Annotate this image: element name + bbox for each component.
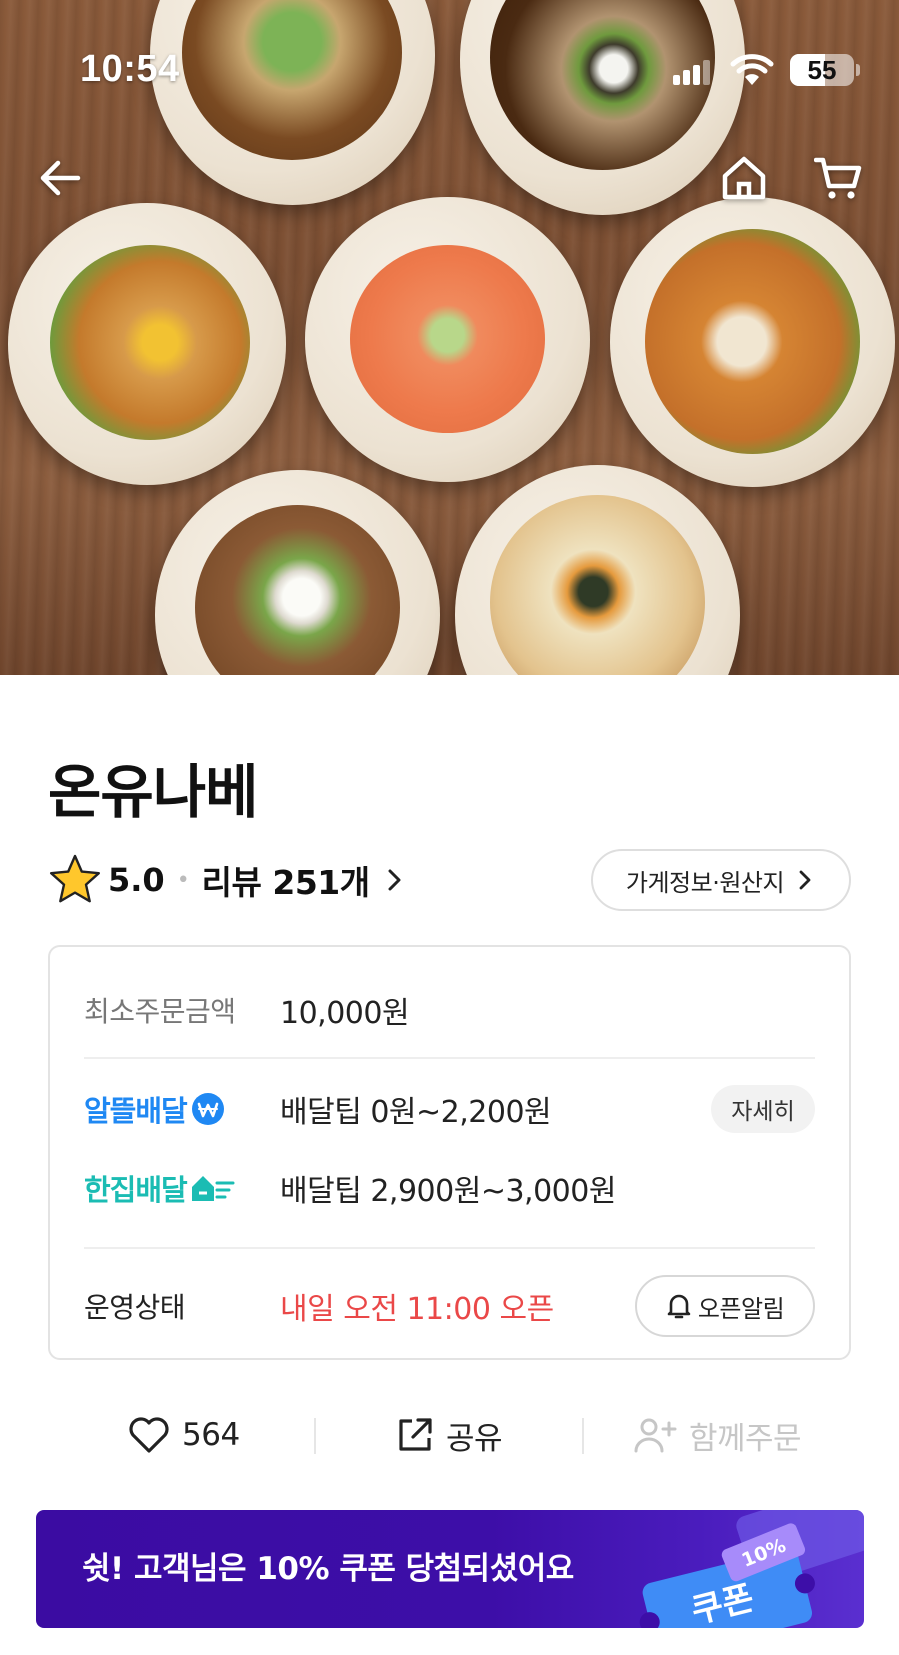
- hanjip-delivery-row: 한집배달 배달팁 2,900원~3,000원: [84, 1159, 815, 1217]
- hanjip-brand-label: 한집배달: [84, 1173, 188, 1207]
- chevron-right-icon: [388, 869, 401, 891]
- alddeul-delivery-fee: 배달팁 0원~2,200원: [280, 1095, 552, 1130]
- battery-nub: [856, 64, 860, 76]
- rating-row: 5.0 • 리뷰 251개: [48, 852, 406, 908]
- delivery-info-card: 최소주문금액 10,000원 알뜰배달 배달팁 0원~2,200원 자세히 한집…: [48, 945, 851, 1360]
- action-separator: [314, 1418, 316, 1454]
- add-person-icon: [634, 1418, 677, 1453]
- operation-status-value: 내일 오전 11:00 오픈: [280, 1292, 554, 1327]
- back-button[interactable]: [30, 148, 90, 208]
- like-count: 564: [182, 1417, 240, 1453]
- signal-icon: [673, 60, 710, 85]
- store-info-button[interactable]: 가게정보·원산지: [591, 849, 851, 911]
- hanjip-delivery-fee: 배달팁 2,900원~3,000원: [280, 1174, 616, 1209]
- dot-separator: •: [176, 867, 190, 893]
- alddeul-delivery-row: 알뜰배달 배달팁 0원~2,200원 자세히: [84, 1080, 815, 1138]
- operation-status-row: 운영상태 내일 오전 11:00 오픈 오픈알림: [84, 1275, 815, 1337]
- min-order-row: 최소주문금액 10,000원: [84, 985, 815, 1035]
- heart-icon: [129, 1417, 169, 1453]
- food-bowl-image: [8, 203, 286, 485]
- min-order-value: 10,000원: [280, 996, 410, 1031]
- review-link[interactable]: 리뷰 251개: [202, 856, 406, 904]
- hanjip-delivery-brand: 한집배달: [84, 1167, 280, 1209]
- food-bowl-image: [155, 470, 440, 675]
- battery-percent: 55: [807, 55, 837, 85]
- status-bar: 10:54 55: [0, 0, 899, 140]
- coupon-banner-text: 쉿! 고객님은 10% 쿠폰 당첨되셨어요: [82, 1551, 574, 1587]
- home-icon: [722, 156, 766, 200]
- cart-icon: [814, 157, 862, 199]
- share-label: 공유: [446, 1420, 503, 1457]
- divider: [84, 1057, 815, 1059]
- alddeul-brand-label: 알뜰배달: [84, 1094, 188, 1128]
- bell-icon: [667, 1294, 691, 1319]
- back-arrow-icon: [40, 160, 81, 196]
- wifi-icon: [730, 54, 774, 85]
- group-order-button[interactable]: 함께주문: [633, 1400, 802, 1470]
- group-order-label: 함께주문: [689, 1420, 802, 1457]
- rating-value: 5.0: [108, 861, 165, 899]
- food-bowl-image: [455, 465, 740, 675]
- cart-button[interactable]: [808, 148, 868, 208]
- action-row: 564 공유 함께주문: [48, 1400, 851, 1470]
- store-name: 온유나베: [48, 758, 258, 826]
- action-separator: [582, 1418, 584, 1454]
- food-bowl-image: [610, 197, 895, 487]
- chevron-right-icon: [799, 870, 811, 890]
- store-info-label: 가게정보·원산지: [625, 868, 785, 897]
- operation-status-label: 운영상태: [84, 1291, 186, 1324]
- star-icon: [50, 854, 100, 903]
- like-button[interactable]: 564: [128, 1400, 240, 1470]
- share-icon: [399, 1418, 432, 1451]
- alddeul-delivery-brand: 알뜰배달: [84, 1088, 280, 1130]
- coupon-banner[interactable]: 쉿! 고객님은 10% 쿠폰 당첨되셨어요 쿠폰 10%: [36, 1510, 864, 1628]
- food-bowl-image: [305, 197, 590, 482]
- house-speed-icon: [191, 1176, 235, 1201]
- open-alert-button[interactable]: 오픈알림: [635, 1275, 815, 1337]
- divider: [84, 1247, 815, 1249]
- status-time: 10:54: [80, 48, 180, 90]
- share-button[interactable]: 공유: [396, 1400, 503, 1470]
- delivery-detail-button[interactable]: 자세히: [711, 1085, 815, 1133]
- review-count-label: 리뷰 251개: [201, 863, 370, 902]
- battery-indicator: 55: [790, 54, 854, 86]
- open-alert-label: 오픈알림: [697, 1294, 785, 1323]
- coupon-ticket-icon: 쿠폰 10%: [639, 1510, 864, 1628]
- won-coin-icon: [191, 1093, 224, 1125]
- home-button[interactable]: [714, 148, 774, 208]
- min-order-label: 최소주문금액: [84, 995, 236, 1028]
